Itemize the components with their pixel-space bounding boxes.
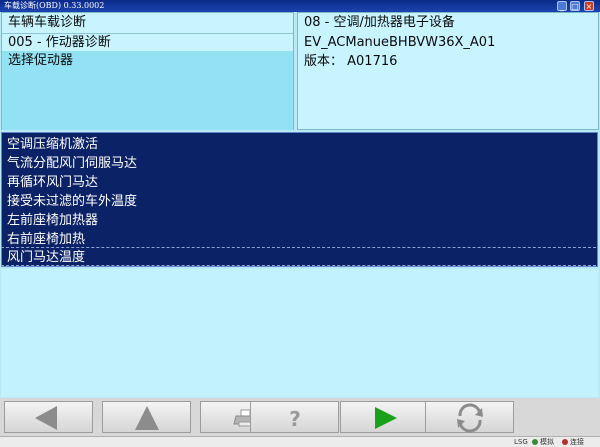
breadcrumb-level-2: 005 - 作动器诊断: [8, 35, 111, 50]
list-item[interactable]: 空调压缩机激活: [7, 135, 98, 154]
help-icon: ?: [289, 407, 301, 431]
ecu-address: 08 - 空调/加热器电子设备: [304, 15, 455, 30]
arrow-left-icon: [35, 406, 57, 430]
navigation-panel: 车辆车载诊断 005 - 作动器诊断 选择促动器: [1, 12, 294, 130]
back-button[interactable]: [4, 401, 93, 433]
ecu-version: 版本： A01716: [304, 54, 398, 69]
svg-text:?: ?: [289, 407, 301, 431]
breadcrumb-level-3: 选择促动器: [8, 53, 74, 68]
status-led-icon: [532, 439, 538, 445]
refresh-icon: [457, 403, 483, 433]
ecu-part-id: EV_ACManueBHBVW36X_A01: [304, 35, 496, 50]
run-button[interactable]: [340, 401, 429, 433]
minimize-icon[interactable]: _: [557, 1, 567, 11]
status-field-1: LSG: [514, 438, 528, 446]
up-button[interactable]: [102, 401, 191, 433]
status-field-3: 连接: [570, 438, 584, 446]
window-title: 车载诊断(OBD) 0.33.0002: [4, 1, 105, 10]
connection-led-icon: [562, 439, 568, 445]
list-item[interactable]: 左前座椅加热器: [7, 211, 98, 230]
play-icon: [375, 407, 397, 429]
close-icon[interactable]: ×: [584, 1, 594, 11]
list-item[interactable]: 再循环风门马达: [7, 173, 98, 192]
status-field-2: 模拟: [540, 438, 554, 446]
window-title-bar: 车载诊断(OBD) 0.33.0002 _ □ ×: [0, 0, 600, 12]
selection-focus: [1, 247, 596, 266]
ecu-info-panel: 08 - 空调/加热器电子设备 EV_ACManueBHBVW36X_A01 版…: [297, 12, 599, 130]
list-item[interactable]: 气流分配风门伺服马达: [7, 154, 137, 173]
maximize-icon[interactable]: □: [570, 1, 580, 11]
help-button[interactable]: ?: [250, 401, 339, 433]
arrow-up-icon: [135, 406, 159, 430]
list-item[interactable]: 接受未过滤的车外温度: [7, 192, 137, 211]
content-area: [1, 269, 598, 397]
breadcrumb-level-1: 车辆车载诊断: [8, 15, 87, 30]
status-bar: LSG 模拟 连接: [0, 436, 600, 447]
toolbar: ?: [0, 398, 600, 436]
refresh-button[interactable]: [425, 401, 514, 433]
